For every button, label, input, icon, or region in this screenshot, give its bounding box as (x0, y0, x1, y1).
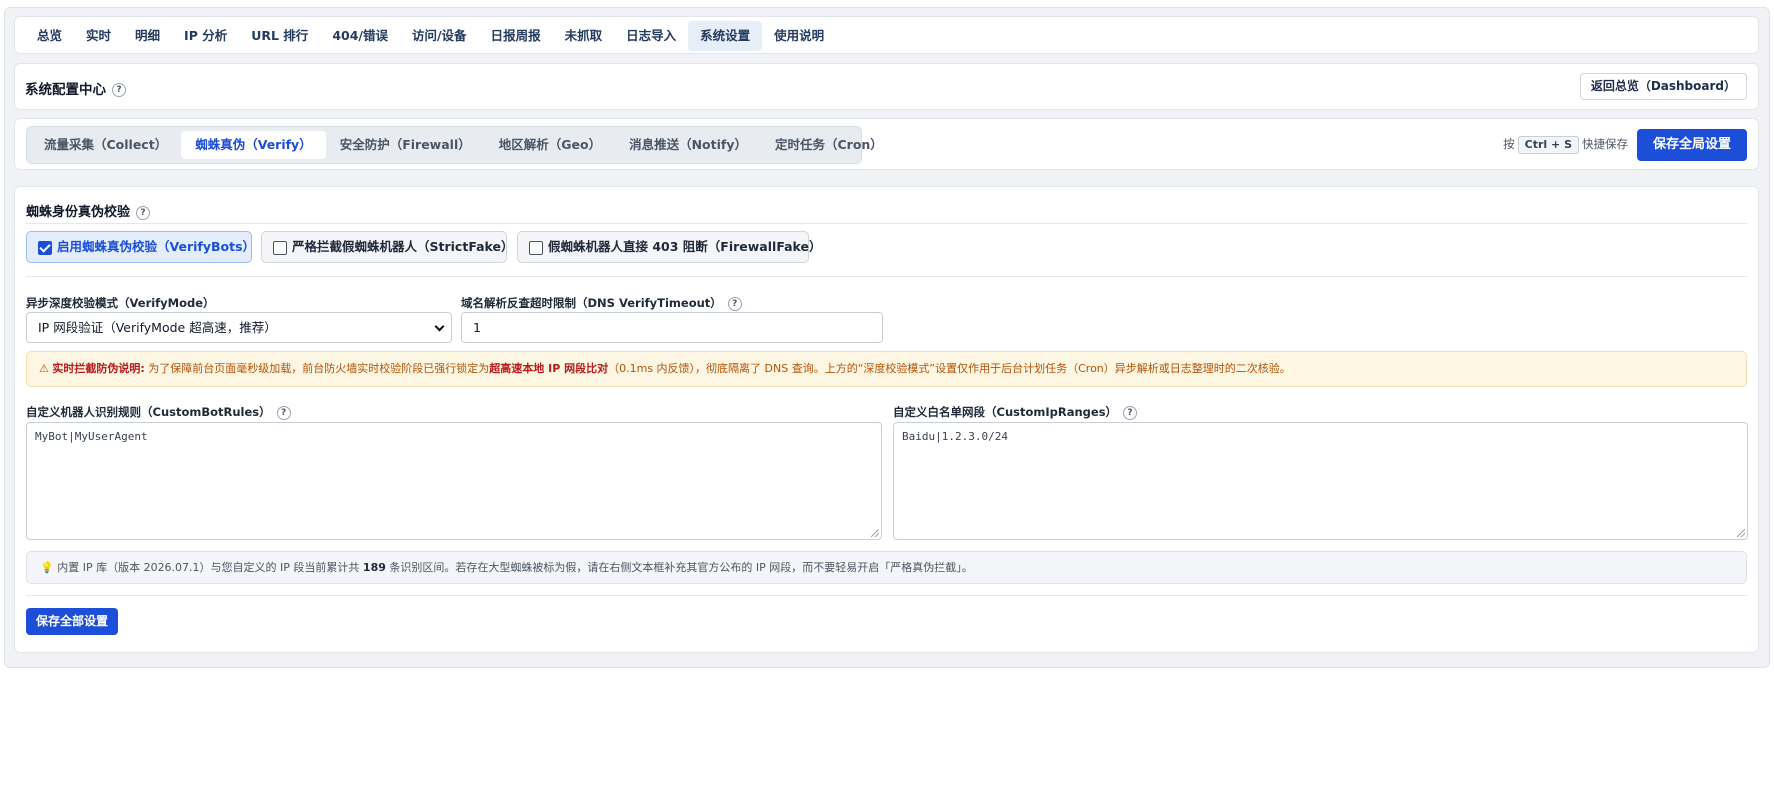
help-icon[interactable]: ? (276, 405, 291, 420)
shortcut-prefix: 按 (1503, 137, 1515, 151)
tip-count: 189 (362, 561, 386, 574)
help-icon[interactable]: ? (1123, 405, 1138, 420)
nav-item-system-settings[interactable]: 系统设置 (688, 21, 763, 51)
tab-geo[interactable]: 地区解析（Geo） (485, 131, 615, 159)
nav-item-help[interactable]: 使用说明 (762, 21, 836, 51)
checkbox-checked-icon (38, 241, 52, 255)
help-icon[interactable]: ? (112, 83, 126, 97)
resize-handle-icon[interactable] (1737, 529, 1745, 537)
custom-bot-rules-label: 自定义机器人识别规则（CustomBotRules） (26, 405, 271, 419)
shortcut-suffix: 快捷保存 (1582, 137, 1628, 151)
checkbox-unchecked-icon (529, 241, 543, 255)
page-title-wrap: 系统配置中心? (25, 78, 126, 98)
chevron-down-icon (434, 321, 445, 332)
help-icon[interactable]: ? (727, 296, 742, 311)
ip-library-tip: 💡 内置 IP 库（版本 2026.07.1）与您自定义的 IP 段当前累计共 … (26, 551, 1747, 584)
nav-item-reports[interactable]: 日报周报 (479, 21, 553, 51)
tab-cron[interactable]: 定时任务（Cron） (761, 131, 897, 159)
help-icon[interactable]: ? (136, 205, 151, 220)
tip-text: 内置 IP 库（版本 2026.07.1）与您自定义的 IP 段当前累计共 (53, 561, 363, 574)
save-shortcut-hint: 按 Ctrl + S 快捷保存 (1503, 136, 1628, 154)
shortcut-key: Ctrl + S (1517, 136, 1579, 154)
verify-mode-select[interactable]: IP 网段验证（VerifyMode 超高速，推荐） (26, 312, 452, 343)
nav-item-url-ranking[interactable]: URL 排行 (239, 21, 320, 51)
settings-tabs-bar: 流量采集（Collect） 蜘蛛真伪（Verify） 安全防护（Firewall… (14, 118, 1759, 170)
page-header: 系统配置中心? 返回总览（Dashboard） (14, 63, 1759, 110)
custom-bot-rules-textarea[interactable]: MyBot|MyUserAgent (26, 422, 882, 540)
warning-text: 为了保障前台页面毫秒级加载，前台防火墙实时校验阶段已强行锁定为 (144, 362, 490, 375)
nav-item-ip-analysis[interactable]: IP 分析 (172, 21, 239, 51)
back-to-dashboard-button[interactable]: 返回总览（Dashboard） (1579, 73, 1747, 100)
nav-item-not-crawled[interactable]: 未抓取 (553, 21, 615, 51)
warning-title: 实时拦截防伪说明: (52, 362, 145, 375)
custom-bot-rules-label-wrap: 自定义机器人识别规则（CustomBotRules）? (26, 404, 291, 420)
divider (26, 595, 1747, 596)
save-global-settings-button[interactable]: 保存全局设置 (1636, 129, 1747, 161)
nav-item-overview[interactable]: 总览 (25, 21, 74, 51)
textarea-placeholder: Baidu|1.2.3.0/24 (902, 430, 1008, 443)
nav-item-404-errors[interactable]: 404/错误 (320, 21, 400, 51)
verify-bots-checkbox[interactable]: 启用蜘蛛真伪校验（VerifyBots） (26, 231, 256, 263)
tab-collect[interactable]: 流量采集（Collect） (30, 131, 181, 159)
realtime-warning-banner: ⚠ 实时拦截防伪说明: 为了保障前台页面毫秒级加载，前台防火墙实时校验阶段已强行… (26, 351, 1747, 387)
lightbulb-icon: 💡 (40, 561, 54, 574)
tab-verify[interactable]: 蜘蛛真伪（Verify） (181, 131, 326, 159)
warning-icon: ⚠ (39, 362, 49, 375)
strict-fake-label: 严格拦截假蜘蛛机器人（StrictFake） (292, 239, 514, 254)
section-title-wrap: 蜘蛛身份真伪校验? (26, 201, 151, 220)
tab-firewall[interactable]: 安全防护（Firewall） (326, 131, 485, 159)
verify-bots-label: 启用蜘蛛真伪校验（VerifyBots） (57, 239, 256, 254)
verify-mode-value: IP 网段验证（VerifyMode 超高速，推荐） (38, 320, 277, 335)
custom-ip-ranges-label-wrap: 自定义白名单网段（CustomIpRanges）? (893, 404, 1138, 420)
nav-item-realtime[interactable]: 实时 (74, 21, 123, 51)
checkbox-unchecked-icon (273, 241, 287, 255)
resize-handle-icon[interactable] (871, 529, 879, 537)
tab-notify[interactable]: 消息推送（Notify） (615, 131, 761, 159)
verify-settings-panel: 蜘蛛身份真伪校验? 启用蜘蛛真伪校验（VerifyBots） 严格拦截假蜘蛛机器… (14, 186, 1759, 653)
page-title: 系统配置中心 (25, 82, 106, 98)
dns-timeout-label: 域名解析反查超时限制（DNS VerifyTimeout） (461, 296, 722, 310)
save-all-settings-button[interactable]: 保存全部设置 (26, 608, 119, 635)
dns-timeout-label-wrap: 域名解析反查超时限制（DNS VerifyTimeout）? (461, 295, 742, 311)
nav-item-details[interactable]: 明细 (123, 21, 172, 51)
textarea-placeholder: MyBot|MyUserAgent (35, 430, 148, 443)
warning-highlight: 超高速本地 IP 网段比对 (489, 362, 609, 375)
top-nav: 总览 实时 明细 IP 分析 URL 排行 404/错误 访问/设备 日报周报 … (14, 16, 1759, 54)
strict-fake-checkbox[interactable]: 严格拦截假蜘蛛机器人（StrictFake） (261, 231, 514, 263)
divider (26, 276, 1747, 277)
settings-tabs: 流量采集（Collect） 蜘蛛真伪（Verify） 安全防护（Firewall… (26, 126, 883, 164)
firewall-fake-checkbox[interactable]: 假蜘蛛机器人直接 403 阻断（FirewallFake） (517, 231, 822, 263)
nav-items: 总览 实时 明细 IP 分析 URL 排行 404/错误 访问/设备 日报周报 … (25, 21, 836, 51)
verify-mode-label: 异步深度校验模式（VerifyMode） (26, 296, 215, 310)
section-title: 蜘蛛身份真伪校验 (26, 205, 131, 220)
custom-ip-ranges-label: 自定义白名单网段（CustomIpRanges） (893, 405, 1118, 419)
dns-timeout-input[interactable]: 1 (461, 312, 883, 343)
nav-item-log-import[interactable]: 日志导入 (614, 21, 688, 51)
tip-text-2: 条识别区间。若存在大型蜘蛛被标为假，请在右侧文本框补充其官方公布的 IP 网段，… (385, 561, 973, 574)
nav-item-access-devices[interactable]: 访问/设备 (400, 21, 479, 51)
divider (26, 223, 1747, 224)
warning-text-2: （0.1ms 内反馈），彻底隔离了 DNS 查询。上方的“深度校验模式”设置仅作… (608, 362, 1291, 375)
firewall-fake-label: 假蜘蛛机器人直接 403 阻断（FirewallFake） (548, 239, 822, 254)
custom-ip-ranges-textarea[interactable]: Baidu|1.2.3.0/24 (893, 422, 1748, 540)
